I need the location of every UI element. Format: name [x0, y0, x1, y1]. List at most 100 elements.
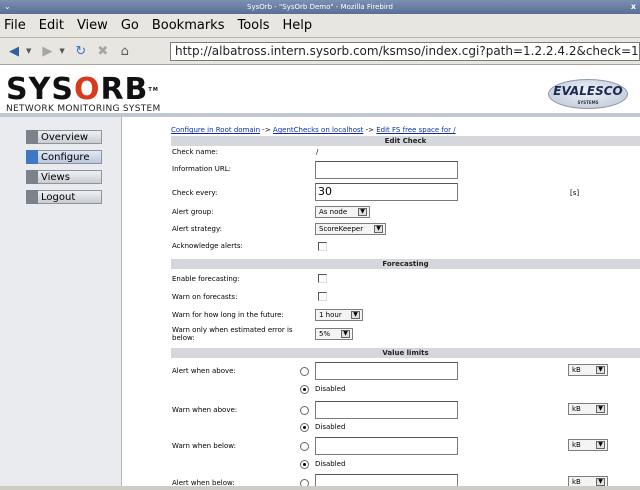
section-forecasting: Forecasting	[171, 259, 640, 269]
menu-bar: File Edit View Go Bookmarks Tools Help	[0, 14, 640, 38]
breadcrumb-separator: ->	[260, 126, 273, 134]
window-menu-icon[interactable]: ⌄	[4, 0, 11, 14]
stop-icon[interactable]: ✖	[93, 41, 113, 61]
chevron-down-icon: ▼	[596, 405, 605, 413]
limit-unit-value: kB	[572, 405, 581, 413]
sidebar-item-logout[interactable]: Logout	[26, 190, 102, 204]
logo-rb: RB	[100, 72, 149, 107]
section-edit-check: Edit Check	[171, 136, 640, 146]
forward-icon[interactable]: ▶	[37, 41, 57, 61]
window-title: SysOrb - "SysOrb Demo" - Mozilla Firebir…	[247, 3, 393, 11]
evalesco-logo: EVALESCO SYSTEMS	[548, 79, 628, 109]
navigation-toolbar: ◀ ▼ ▶ ▼ ↻ ✖ ⌂ http://albatross.intern.sy…	[0, 38, 640, 65]
warn-error-label: Warn only when estimated error is below:	[172, 326, 293, 342]
ack-alerts-checkbox[interactable]	[318, 242, 327, 251]
sidebar-item-label: Overview	[41, 132, 89, 143]
bullet-icon	[26, 190, 38, 204]
limit-disabled-radio[interactable]	[300, 385, 309, 394]
limit-unit-value: kB	[572, 366, 581, 374]
limit-value-radio[interactable]	[300, 406, 309, 415]
warn-how-long-label: Warn for how long in the future:	[172, 311, 284, 319]
menu-view[interactable]: View	[77, 18, 108, 33]
menu-tools[interactable]: Tools	[237, 18, 269, 33]
breadcrumb-link-edit[interactable]: Edit FS free space for /	[376, 126, 455, 134]
bullet-icon	[26, 130, 38, 144]
evalesco-name: EVALESCO	[553, 84, 623, 98]
warn-error-value: 5%	[319, 330, 331, 338]
limit-disabled-label: Disabled	[315, 385, 346, 393]
alert-strategy-select[interactable]: ScoreKeeper ▼	[315, 223, 386, 235]
logo-o: O	[73, 72, 101, 107]
info-url-input[interactable]	[315, 161, 458, 179]
breadcrumb-link-agentchecks[interactable]: AgentChecks on localhost	[273, 126, 364, 134]
warn-how-long-value: 1 hour	[319, 311, 342, 319]
page-content: SYSORBTM NETWORK MONITORING SYSTEM EVALE…	[0, 65, 640, 490]
warn-forecasts-label: Warn on forecasts:	[172, 293, 238, 301]
chevron-down-icon: ▼	[374, 225, 383, 233]
sidebar-item-configure[interactable]: Configure	[26, 150, 102, 164]
chevron-down-icon: ▼	[358, 208, 367, 216]
logo-tm: TM	[148, 87, 159, 93]
alert-group-label: Alert group:	[172, 208, 214, 216]
url-field[interactable]: http://albatross.intern.sysorb.com/ksmso…	[170, 42, 640, 61]
bullet-icon	[26, 150, 38, 164]
limit-value-input[interactable]	[315, 437, 458, 455]
limit-value-input[interactable]	[315, 401, 458, 419]
limit-value-input[interactable]	[315, 362, 458, 380]
sysorb-logo: SYSORBTM NETWORK MONITORING SYSTEM	[6, 75, 161, 115]
sidebar: Overview Configure Views Logout	[0, 117, 122, 490]
check-every-label: Check every:	[172, 189, 218, 197]
sidebar-item-label: Views	[41, 172, 70, 183]
warn-forecasts-checkbox[interactable]	[318, 292, 327, 301]
alert-group-select[interactable]: As node ▼	[315, 206, 370, 218]
warn-how-long-select[interactable]: 1 hour ▼	[315, 309, 363, 321]
chevron-down-icon: ▼	[596, 478, 605, 486]
limit-disabled-radio[interactable]	[300, 460, 309, 469]
limit-unit-select[interactable]: kB ▼	[568, 439, 608, 451]
chevron-down-icon: ▼	[341, 330, 350, 338]
sidebar-item-views[interactable]: Views	[26, 170, 102, 184]
limit-disabled-radio[interactable]	[300, 423, 309, 432]
sidebar-item-overview[interactable]: Overview	[26, 130, 102, 144]
menu-edit[interactable]: Edit	[39, 18, 64, 33]
close-icon[interactable]: x	[631, 0, 636, 14]
limit-label: Alert when above:	[172, 367, 236, 375]
chevron-down-icon: ▼	[596, 366, 605, 374]
back-history-icon[interactable]: ▼	[26, 47, 31, 55]
check-name-label: Check name:	[172, 148, 218, 156]
sidebar-item-label: Configure	[41, 152, 90, 163]
breadcrumb-link-root[interactable]: Configure in Root domain	[171, 126, 260, 134]
limit-unit-select[interactable]: kB ▼	[568, 364, 608, 376]
home-icon[interactable]: ⌂	[115, 41, 135, 61]
warn-error-select[interactable]: 5% ▼	[315, 328, 353, 340]
ack-alerts-label: Acknowledge alerts:	[172, 242, 243, 250]
limit-unit-select[interactable]: kB ▼	[568, 403, 608, 415]
alert-strategy-label: Alert strategy:	[172, 225, 222, 233]
enable-forecasting-checkbox[interactable]	[318, 274, 327, 283]
alert-group-value: As node	[319, 208, 348, 216]
chevron-down-icon: ▼	[351, 311, 360, 319]
limit-unit-value: kB	[572, 441, 581, 449]
logo-sys: SYS	[6, 72, 74, 107]
limit-label: Warn when above:	[172, 406, 238, 414]
enable-forecasting-label: Enable forecasting:	[172, 275, 240, 283]
reload-icon[interactable]: ↻	[71, 41, 91, 61]
menu-help[interactable]: Help	[283, 18, 313, 33]
limit-value-radio[interactable]	[300, 442, 309, 451]
back-icon[interactable]: ◀	[4, 41, 24, 61]
info-url-label: Information URL:	[172, 165, 231, 173]
menu-file[interactable]: File	[4, 18, 26, 33]
menu-go[interactable]: Go	[121, 18, 139, 33]
limit-value-radio[interactable]	[300, 367, 309, 376]
limit-unit-value: kB	[572, 478, 581, 486]
limit-disabled-label: Disabled	[315, 423, 346, 431]
menu-bookmarks[interactable]: Bookmarks	[152, 18, 225, 33]
breadcrumb: Configure in Root domain -> AgentChecks …	[171, 126, 456, 134]
alert-strategy-value: ScoreKeeper	[319, 225, 364, 233]
check-every-input[interactable]: 30	[315, 183, 458, 201]
section-value-limits: Value limits	[171, 348, 640, 358]
limit-disabled-label: Disabled	[315, 460, 346, 468]
chevron-down-icon: ▼	[596, 441, 605, 449]
forward-history-icon[interactable]: ▼	[59, 47, 64, 55]
check-every-unit: [s]	[570, 189, 580, 197]
